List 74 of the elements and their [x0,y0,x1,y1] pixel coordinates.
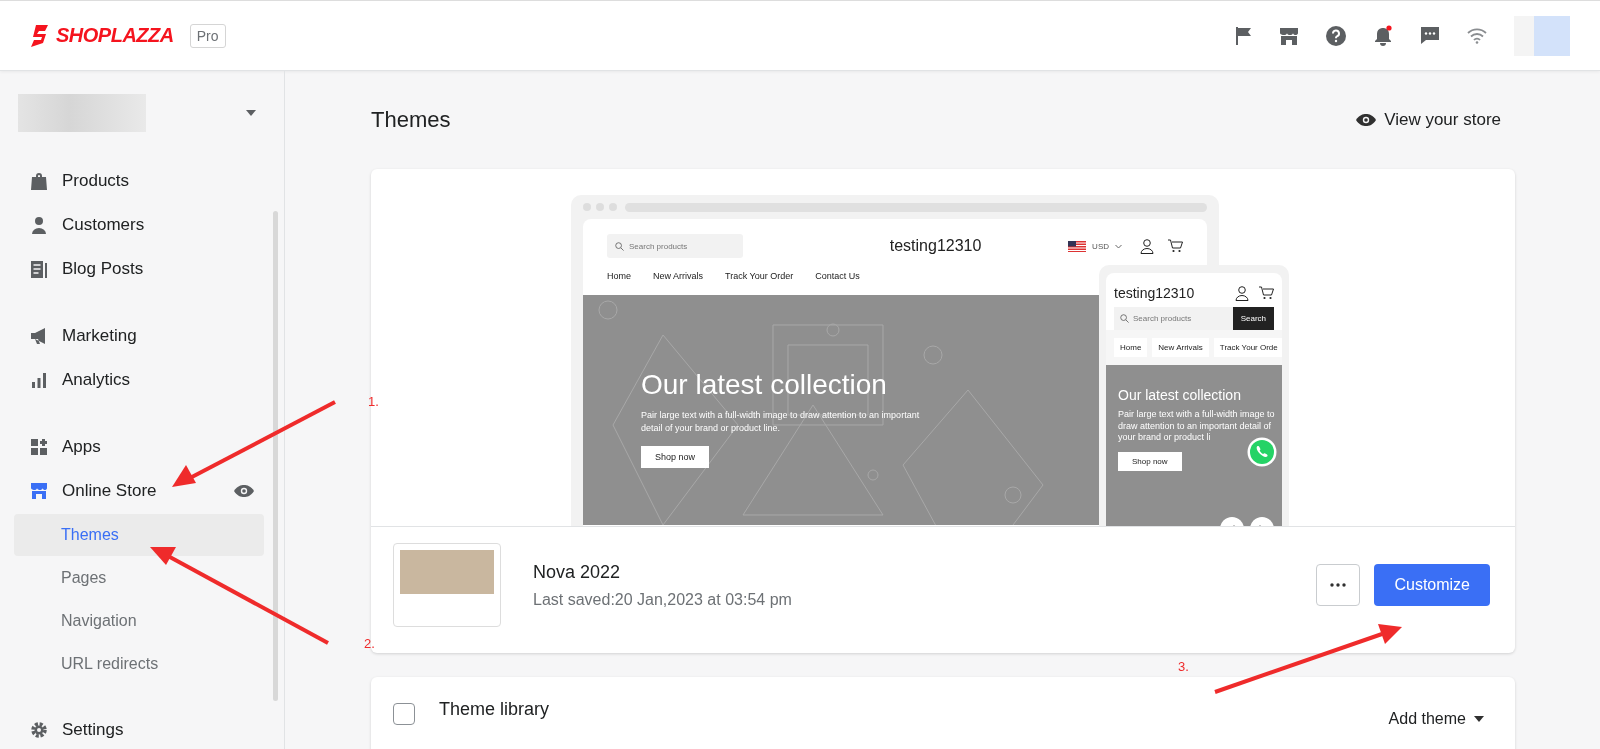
hero-text: Pair large text with a full-width image to draw attention to an important detail of your brand or product line. [641,409,921,435]
storefront-icon [30,482,48,500]
store-name: testing12310 [889,237,982,255]
wifi-icon [1467,27,1487,44]
whatsapp-chat-icon[interactable] [1247,437,1277,467]
sidebar-item[interactable]: Online Store [0,469,284,513]
hero-heading: Our latest collection [1118,387,1241,403]
apps-icon [30,438,48,456]
megaphone-icon [30,327,48,345]
eye-icon[interactable] [234,485,254,497]
flag-icon[interactable] [1234,25,1252,46]
caret-icon [246,110,256,116]
settings-icon [30,721,48,739]
chat-icon[interactable] [1420,26,1440,45]
store-nav-link[interactable]: Home [1114,338,1148,357]
person-icon [30,216,48,234]
document-icon [30,260,48,278]
checkbox[interactable] [393,703,415,725]
page-title: Themes [371,107,451,133]
sidebar-item[interactable]: Products [0,159,284,203]
logo-icon [30,24,50,47]
customize-button[interactable]: Customize [1374,564,1490,606]
search-field[interactable]: Search products [1114,307,1233,330]
chevron-down-icon [1115,243,1122,249]
hero-text: Pair large text with a full-width image to draw attention to an important detail of your brand or product li [1118,409,1276,445]
store-nav-link[interactable]: New Arrivals [1152,338,1209,357]
cart-icon[interactable] [1259,286,1274,300]
store-nav-link[interactable]: Contact Us [815,271,860,295]
add-theme-button[interactable]: Add theme [1382,709,1490,729]
store-nav-link[interactable]: Track Your Orde [1213,338,1282,357]
sidebar-item[interactable]: Blog Posts [0,247,284,291]
shop-now-button[interactable]: Shop now [1118,452,1182,472]
shop-now-button[interactable]: Shop now [641,446,710,469]
currency-selector[interactable]: USD [1092,241,1109,251]
sidebar-subitem[interactable]: URL redirects [14,643,264,685]
search-button[interactable]: Search [1232,307,1274,330]
more-icon [1330,583,1347,587]
last-saved-text: Last saved:20 Jan,2023 at 03:54 pm [533,590,793,609]
account-icon[interactable] [1235,285,1249,301]
hero-heading: Our latest collection [641,369,887,401]
sidebar-item[interactable]: Marketing [0,314,284,358]
store-nav-link[interactable]: Home [607,271,631,295]
store-nav-link[interactable]: New Arrivals [653,271,704,295]
theme-name: Nova 2022 [533,561,622,583]
sidebar-item[interactable]: Settings [0,708,284,749]
sidebar-subitem[interactable]: Pages [14,557,264,599]
scrollbar[interactable] [273,211,278,701]
theme-library-title: Theme library [439,699,551,720]
view-store-link[interactable]: View your store [1356,110,1501,130]
store-nav-link[interactable]: Track Your Order [725,271,794,295]
sidebar-item[interactable]: Analytics [0,358,284,402]
us-flag-icon [1068,240,1087,252]
caret-icon [1474,716,1484,722]
eye-icon [1356,114,1377,126]
annotation-number: 1. [368,394,379,409]
sidebar-item[interactable]: Customers [0,203,284,247]
notification-bell-icon[interactable] [1373,25,1393,46]
sidebar-item[interactable]: Apps [0,425,284,469]
help-icon[interactable] [1326,25,1346,46]
search-field[interactable]: Search products [607,234,743,258]
annotation-number: 3. [1178,659,1189,674]
cart-icon[interactable] [1168,239,1183,253]
sidebar-subitem[interactable]: Navigation [14,600,264,642]
storefront-icon[interactable] [1279,26,1299,45]
store-name: testing12310 [1114,285,1196,301]
bar-chart-icon [30,371,48,389]
search-icon [615,241,624,251]
plan-badge: Pro [189,23,226,48]
logo-wordmark: SHOPLAZZA [56,24,174,47]
sidebar-subitem[interactable]: Themes [14,514,264,556]
bag-icon [30,172,48,190]
annotation-number: 2. [364,636,375,651]
search-icon [1120,314,1129,323]
account-icon[interactable] [1140,238,1154,254]
